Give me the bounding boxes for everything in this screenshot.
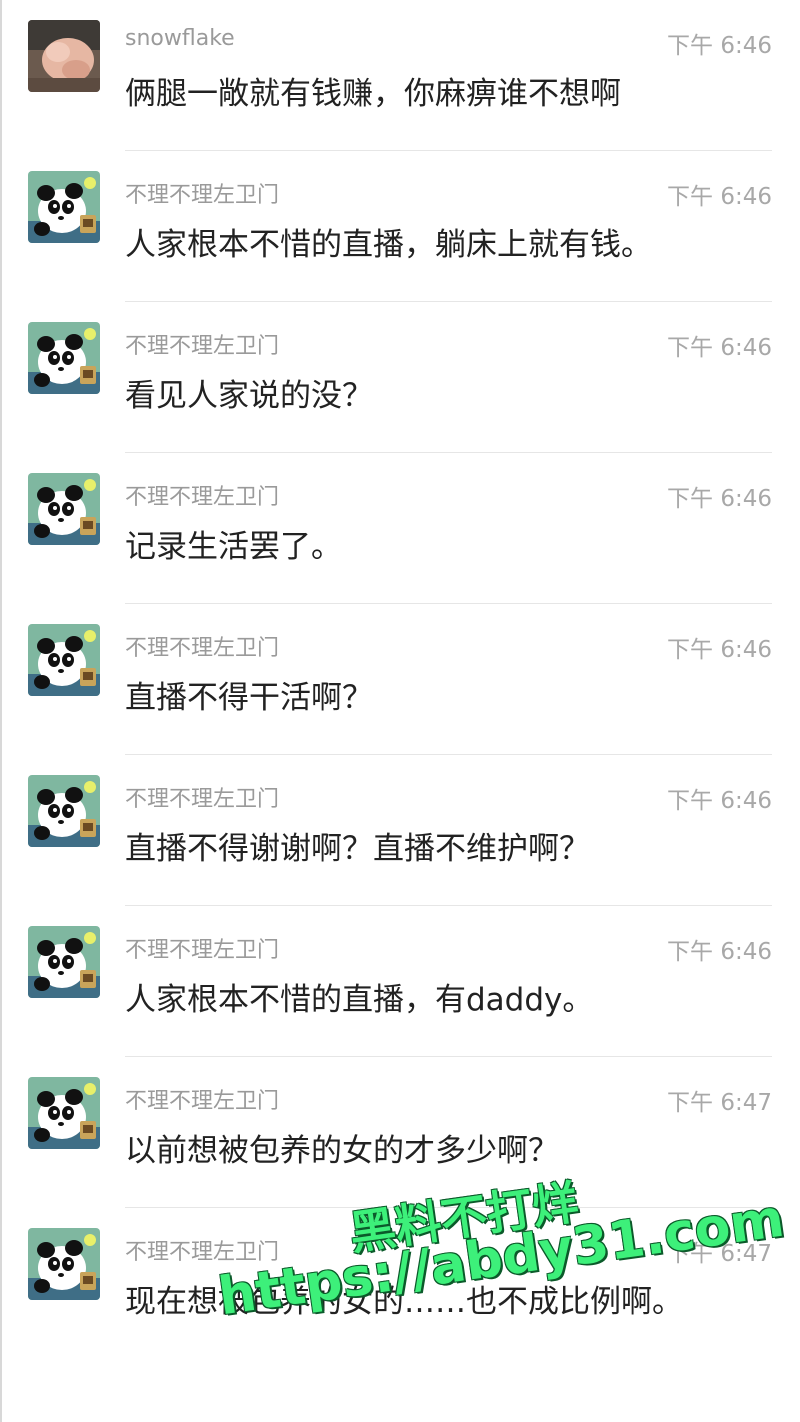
message-item[interactable]: 不理不理左卫门 下午 6:46 看见人家说的没？ — [0, 302, 800, 453]
sender-name[interactable]: 不理不理左卫门 — [125, 932, 279, 964]
message-text: 现在想被包养的女的……也不成比例啊。 — [125, 1284, 683, 1320]
sender-name[interactable]: 不理不理左卫门 — [125, 1234, 279, 1266]
message-time: 下午 6:46 — [667, 335, 772, 361]
message-item[interactable]: 不理不理左卫门 下午 6:46 人家根本不惜的直播，有daddy。 — [0, 906, 800, 1057]
message-time: 下午 6:46 — [667, 637, 772, 663]
message-text: 直播不得谢谢啊？直播不维护啊？ — [125, 831, 590, 867]
message-time: 下午 6:46 — [667, 486, 772, 512]
message-text: 人家根本不惜的直播，有daddy。 — [125, 982, 594, 1018]
message-item[interactable]: 不理不理左卫门 下午 6:47 现在想被包养的女的……也不成比例啊。 — [0, 1208, 800, 1408]
message-time: 下午 6:46 — [667, 184, 772, 210]
message-time: 下午 6:46 — [667, 788, 772, 814]
message-text: 直播不得干活啊？ — [125, 680, 373, 716]
message-text: 人家根本不惜的直播，躺床上就有钱。 — [125, 227, 652, 263]
panda-avatar[interactable] — [28, 473, 100, 545]
message-item[interactable]: 不理不理左卫门 下午 6:46 人家根本不惜的直播，躺床上就有钱。 — [0, 151, 800, 302]
panda-avatar[interactable] — [28, 775, 100, 847]
message-text: 记录生活罢了。 — [125, 529, 342, 565]
sender-name[interactable]: 不理不理左卫门 — [125, 1083, 279, 1115]
panda-avatar[interactable] — [28, 926, 100, 998]
chat-message-list[interactable]: snowflake 下午 6:46 俩腿一敞就有钱赚，你麻痹谁不想啊 不理不理左… — [0, 0, 800, 1408]
message-time: 下午 6:47 — [667, 1241, 772, 1267]
message-item[interactable]: 不理不理左卫门 下午 6:46 记录生活罢了。 — [0, 453, 800, 604]
message-item[interactable]: 不理不理左卫门 下午 6:47 以前想被包养的女的才多少啊？ — [0, 1057, 800, 1208]
message-item[interactable]: 不理不理左卫门 下午 6:46 直播不得谢谢啊？直播不维护啊？ — [0, 755, 800, 906]
message-time: 下午 6:46 — [667, 33, 772, 59]
sender-name[interactable]: 不理不理左卫门 — [125, 479, 279, 511]
message-item[interactable]: 不理不理左卫门 下午 6:46 直播不得干活啊？ — [0, 604, 800, 755]
message-text: 以前想被包养的女的才多少啊？ — [125, 1133, 559, 1169]
message-text: 俩腿一敞就有钱赚，你麻痹谁不想啊 — [125, 76, 621, 112]
sender-name[interactable]: 不理不理左卫门 — [125, 328, 279, 360]
message-item[interactable]: snowflake 下午 6:46 俩腿一敞就有钱赚，你麻痹谁不想啊 — [0, 0, 800, 151]
sender-name[interactable]: snowflake — [125, 26, 235, 51]
photo-avatar[interactable] — [28, 20, 100, 92]
panda-avatar[interactable] — [28, 171, 100, 243]
panda-avatar[interactable] — [28, 1077, 100, 1149]
sender-name[interactable]: 不理不理左卫门 — [125, 177, 279, 209]
message-text: 看见人家说的没？ — [125, 378, 373, 414]
sender-name[interactable]: 不理不理左卫门 — [125, 630, 279, 662]
panda-avatar[interactable] — [28, 322, 100, 394]
sender-name[interactable]: 不理不理左卫门 — [125, 781, 279, 813]
message-time: 下午 6:47 — [667, 1090, 772, 1116]
message-time: 下午 6:46 — [667, 939, 772, 965]
panda-avatar[interactable] — [28, 624, 100, 696]
panda-avatar[interactable] — [28, 1228, 100, 1300]
